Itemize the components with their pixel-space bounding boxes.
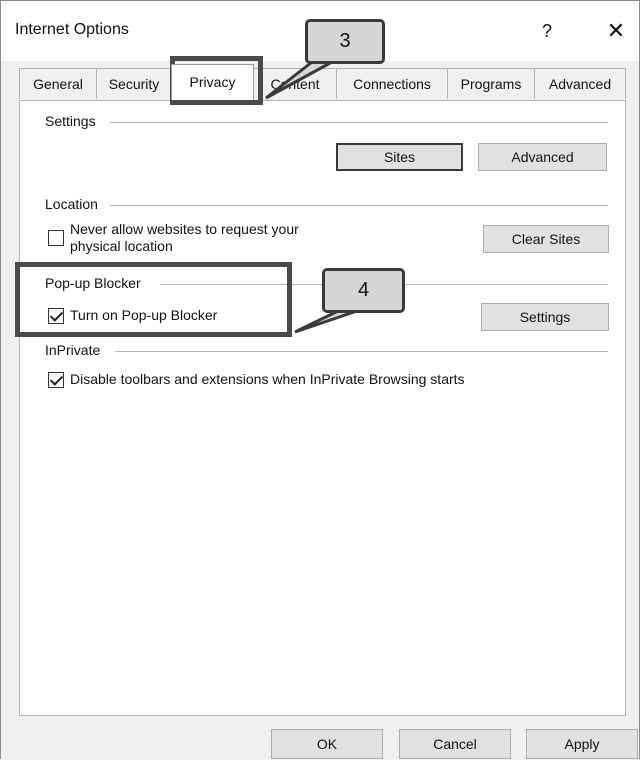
tab-strip: General Security Privacy Content Connect…	[19, 64, 627, 100]
sites-button[interactable]: Sites	[336, 143, 463, 171]
ok-button[interactable]: OK	[271, 729, 383, 759]
inprivate-heading: InPrivate	[45, 342, 107, 358]
disable-toolbars-checkbox[interactable]	[48, 372, 64, 388]
dialog-client-area: General Security Privacy Content Connect…	[1, 61, 639, 760]
privacy-tab-panel: Settings Sites Advanced Location Never a…	[19, 100, 626, 716]
callout-step-4: 4	[322, 268, 405, 313]
never-allow-location-label-line1: Never allow websites to request your	[70, 221, 299, 237]
help-button[interactable]: ?	[532, 14, 562, 48]
never-allow-location-checkbox[interactable]	[48, 230, 64, 246]
tab-privacy[interactable]: Privacy	[171, 64, 254, 100]
dialog-title: Internet Options	[15, 21, 129, 38]
inprivate-divider	[115, 351, 608, 352]
never-allow-location-label-line2: physical location	[70, 238, 173, 254]
callout-step-3: 3	[305, 19, 385, 64]
close-button[interactable]: ✕	[599, 14, 633, 48]
tab-connections[interactable]: Connections	[336, 68, 448, 99]
tab-general[interactable]: General	[19, 68, 97, 99]
popup-settings-button[interactable]: Settings	[481, 303, 609, 331]
popup-blocker-highlight	[15, 262, 292, 337]
cancel-button[interactable]: Cancel	[399, 729, 511, 759]
tab-programs[interactable]: Programs	[447, 68, 535, 99]
settings-divider	[110, 122, 608, 123]
internet-options-dialog: Internet Options ? ✕ General Security Pr…	[0, 0, 640, 760]
tab-content[interactable]: Content	[253, 68, 337, 99]
location-heading: Location	[45, 196, 104, 212]
location-divider	[110, 205, 608, 206]
settings-advanced-button[interactable]: Advanced	[478, 143, 607, 171]
tab-advanced[interactable]: Advanced	[534, 68, 626, 99]
disable-toolbars-label: Disable toolbars and extensions when InP…	[70, 371, 465, 387]
clear-sites-button[interactable]: Clear Sites	[483, 225, 609, 253]
settings-heading: Settings	[45, 113, 102, 129]
tab-security[interactable]: Security	[96, 68, 172, 99]
apply-button[interactable]: Apply	[526, 729, 638, 759]
